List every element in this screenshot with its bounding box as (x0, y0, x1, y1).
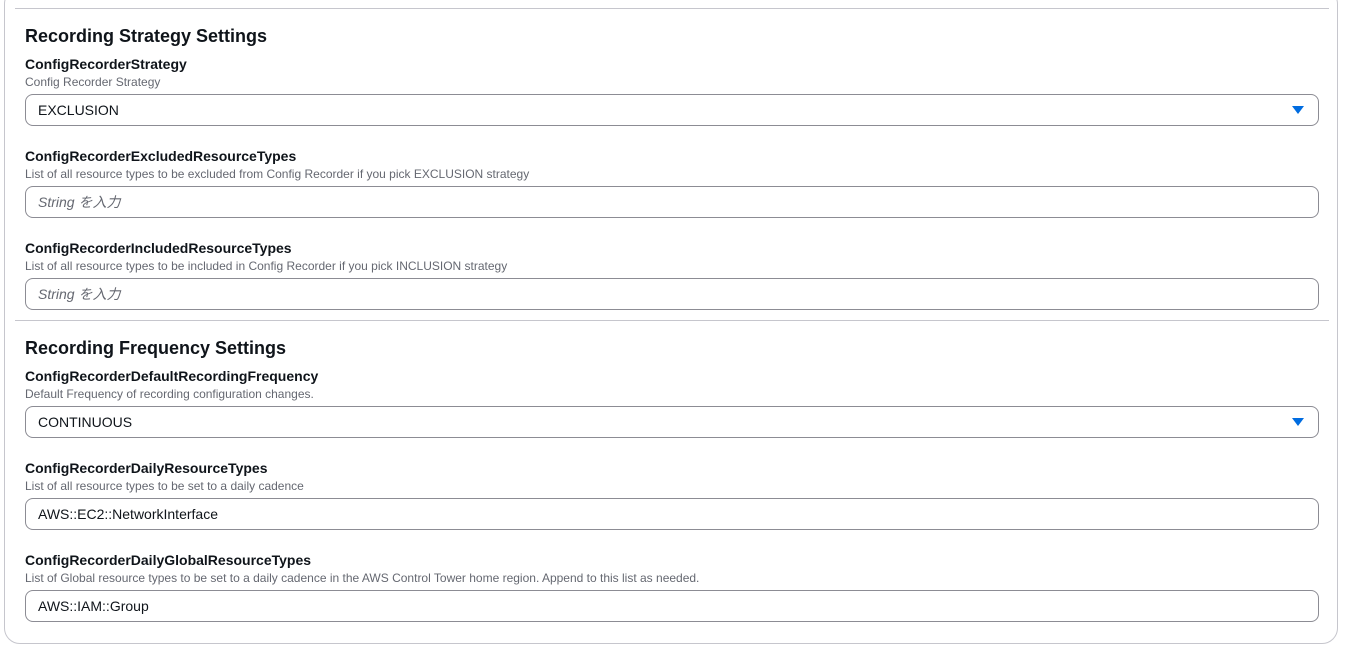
default-recording-frequency-selected-value: CONTINUOUS (38, 414, 133, 430)
default-recording-frequency-description: Default Frequency of recording configura… (25, 387, 314, 401)
config-recorder-strategy-label: ConfigRecorderStrategy (25, 56, 187, 72)
included-resource-types-input[interactable] (25, 278, 1319, 310)
included-resource-types-label: ConfigRecorderIncludedResourceTypes (25, 240, 292, 256)
daily-global-resource-types-input[interactable] (25, 590, 1319, 622)
excluded-resource-types-description: List of all resource types to be exclude… (25, 167, 530, 181)
daily-resource-types-label: ConfigRecorderDailyResourceTypes (25, 460, 268, 476)
excluded-resource-types-label: ConfigRecorderExcludedResourceTypes (25, 148, 297, 164)
daily-global-resource-types-description: List of Global resource types to be set … (25, 571, 700, 585)
default-recording-frequency-select[interactable]: CONTINUOUS (25, 406, 1319, 438)
included-resource-types-description: List of all resource types to be include… (25, 259, 508, 273)
daily-global-resource-types-label: ConfigRecorderDailyGlobalResourceTypes (25, 552, 312, 568)
config-recorder-strategy-description: Config Recorder Strategy (25, 75, 161, 89)
frequency-section-title: Recording Frequency Settings (25, 338, 287, 358)
daily-resource-types-description: List of all resource types to be set to … (25, 479, 304, 493)
excluded-resource-types-input[interactable] (25, 186, 1319, 218)
section-divider-top (15, 8, 1329, 9)
default-recording-frequency-label: ConfigRecorderDefaultRecordingFrequency (25, 368, 319, 384)
config-recorder-strategy-select[interactable]: EXCLUSION (25, 94, 1319, 126)
caret-down-icon (1292, 106, 1304, 114)
strategy-section-title: Recording Strategy Settings (25, 26, 268, 46)
config-recorder-strategy-selected-value: EXCLUSION (38, 102, 119, 118)
section-divider (15, 320, 1329, 321)
daily-resource-types-input[interactable] (25, 498, 1319, 530)
caret-down-icon (1292, 418, 1304, 426)
